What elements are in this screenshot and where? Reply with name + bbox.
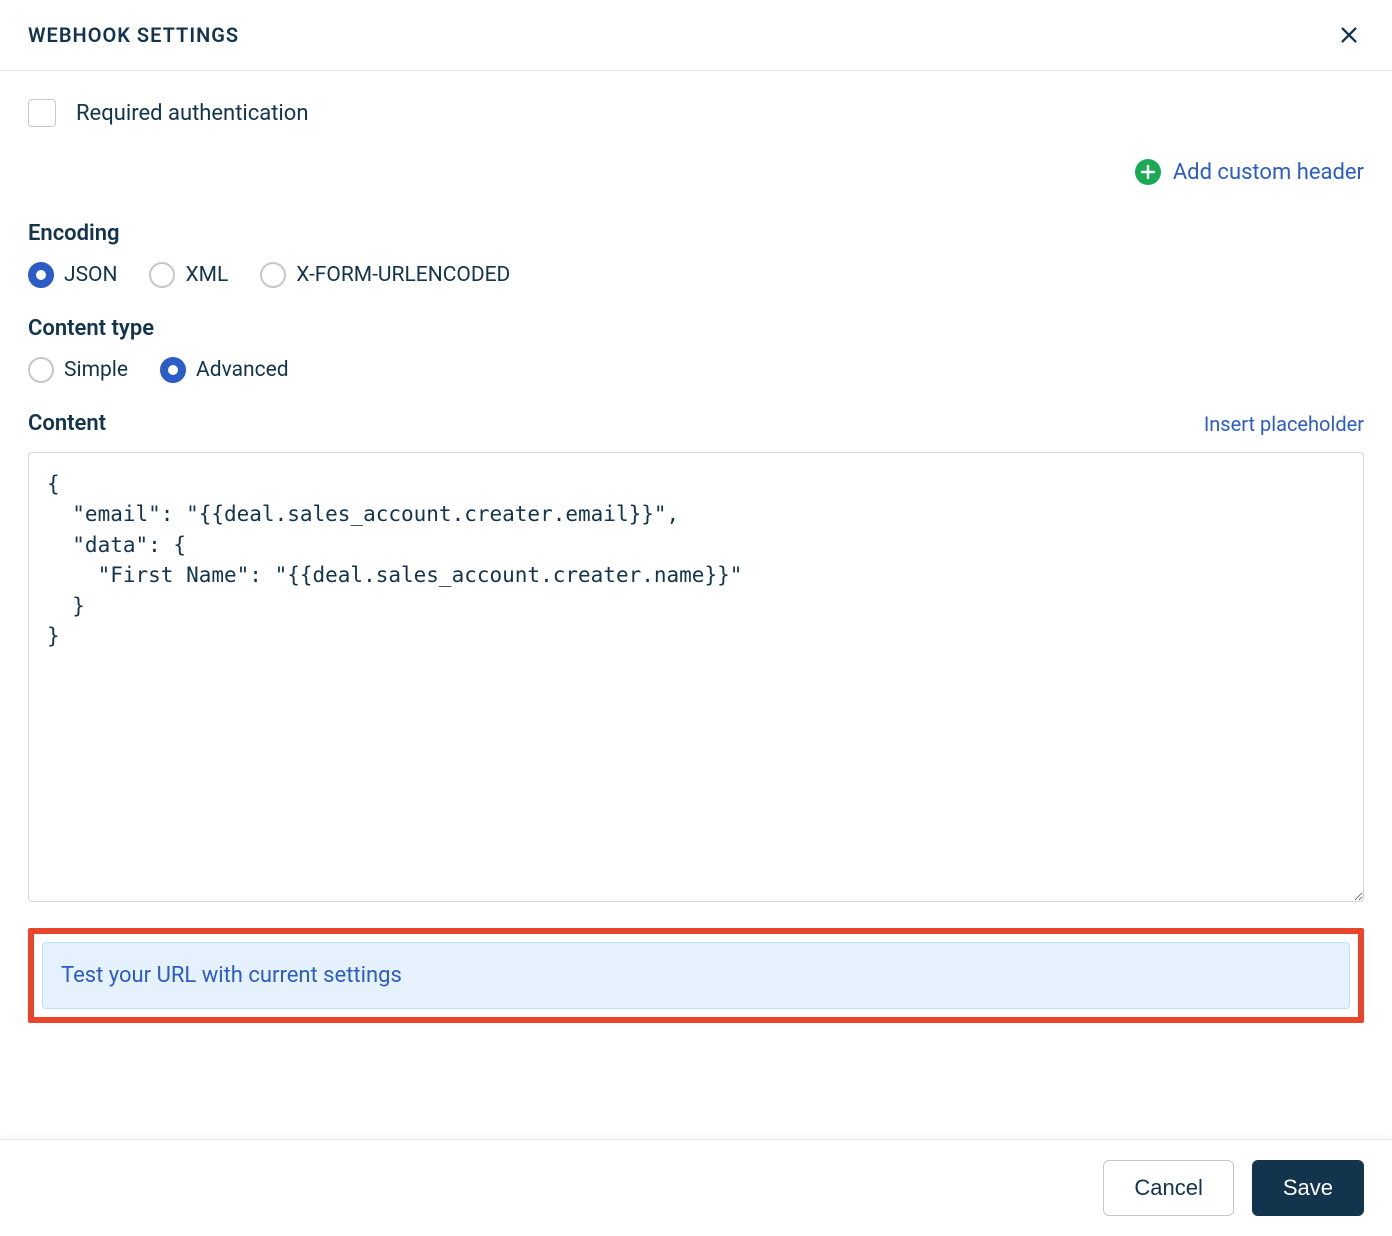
encoding-radio-group: JSON XML X-FORM-URLENCODED xyxy=(28,262,1364,288)
radio-selected-icon xyxy=(28,262,54,288)
test-url-link[interactable]: Test your URL with current settings xyxy=(61,963,402,988)
test-url-highlight: Test your URL with current settings xyxy=(28,928,1364,1023)
content-type-simple-option[interactable]: Simple xyxy=(28,357,128,383)
radio-unselected-icon xyxy=(260,262,286,288)
required-auth-checkbox[interactable] xyxy=(28,99,56,127)
cancel-button[interactable]: Cancel xyxy=(1103,1160,1233,1216)
add-custom-header-link[interactable]: Add custom header xyxy=(1173,160,1364,185)
content-type-label: Content type xyxy=(28,316,1364,341)
dialog-footer: Cancel Save xyxy=(0,1139,1392,1236)
close-icon xyxy=(1338,24,1360,46)
content-type-radio-group: Simple Advanced xyxy=(28,357,1364,383)
plus-icon xyxy=(1135,159,1161,185)
content-textarea[interactable] xyxy=(28,452,1364,902)
insert-placeholder-link[interactable]: Insert placeholder xyxy=(1204,412,1364,436)
encoding-xform-label: X-FORM-URLENCODED xyxy=(296,263,510,287)
test-url-box[interactable]: Test your URL with current settings xyxy=(42,942,1350,1009)
dialog-title: WEBHOOK SETTINGS xyxy=(28,23,239,47)
encoding-json-label: JSON xyxy=(64,263,117,287)
auth-checkbox-row: Required authentication xyxy=(28,99,1364,127)
close-button[interactable] xyxy=(1334,20,1364,50)
content-label: Content xyxy=(28,411,106,436)
encoding-xml-label: XML xyxy=(185,263,228,287)
dialog-body: Required authentication Add custom heade… xyxy=(0,71,1392,1043)
radio-unselected-icon xyxy=(149,262,175,288)
content-type-advanced-label: Advanced xyxy=(196,358,289,382)
encoding-xform-option[interactable]: X-FORM-URLENCODED xyxy=(260,262,510,288)
encoding-label: Encoding xyxy=(28,221,1364,246)
encoding-json-option[interactable]: JSON xyxy=(28,262,117,288)
radio-unselected-icon xyxy=(28,357,54,383)
radio-selected-icon xyxy=(160,357,186,383)
required-auth-label: Required authentication xyxy=(76,101,308,126)
dialog-header: WEBHOOK SETTINGS xyxy=(0,0,1392,71)
add-custom-header-row[interactable]: Add custom header xyxy=(28,159,1364,185)
content-type-simple-label: Simple xyxy=(64,358,128,382)
save-button[interactable]: Save xyxy=(1252,1160,1364,1216)
content-type-advanced-option[interactable]: Advanced xyxy=(160,357,289,383)
content-header-row: Content Insert placeholder xyxy=(28,411,1364,436)
encoding-xml-option[interactable]: XML xyxy=(149,262,228,288)
